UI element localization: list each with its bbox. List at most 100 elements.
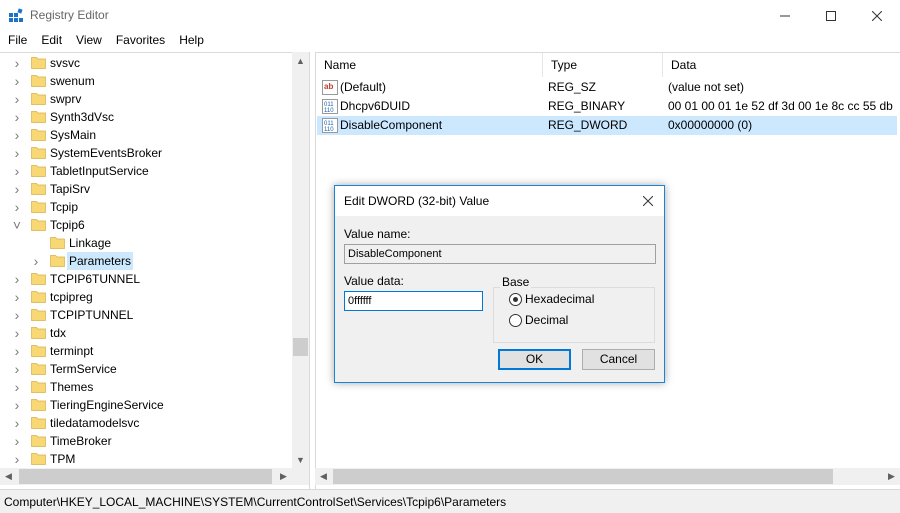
chevron-right-icon[interactable]: ›	[12, 325, 22, 341]
tree-item[interactable]: › TieringEngineService	[0, 396, 292, 414]
list-item[interactable]: 011 110 Dhcpv6DUID REG_BINARY 00 01 00 01 1e…	[317, 97, 897, 116]
menu-view[interactable]: View	[68, 31, 108, 51]
tree-item[interactable]: Linkage	[0, 234, 292, 252]
tree-item[interactable]: › svsvc	[0, 54, 292, 72]
chevron-right-icon[interactable]: ›	[31, 253, 41, 269]
chevron-right-icon[interactable]: ›	[12, 145, 22, 161]
scroll-thumb[interactable]	[293, 338, 308, 356]
tree-item-label[interactable]: Linkage	[67, 234, 113, 252]
maximize-button[interactable]	[808, 0, 854, 31]
tree-item[interactable]: › TimeBroker	[0, 432, 292, 450]
chevron-right-icon[interactable]: ›	[12, 163, 22, 179]
tree-item-label[interactable]: tiledatamodelsvc	[48, 414, 141, 432]
scroll-left-icon[interactable]: ◀	[315, 468, 332, 485]
tree-item[interactable]: › TapiSrv	[0, 180, 292, 198]
chevron-right-icon[interactable]: ›	[12, 289, 22, 305]
scroll-right-icon[interactable]: ▶	[275, 468, 292, 485]
scroll-left-icon[interactable]: ◀	[0, 468, 17, 485]
chevron-right-icon[interactable]: ›	[12, 307, 22, 323]
chevron-right-icon[interactable]: ›	[12, 109, 22, 125]
chevron-right-icon[interactable]: ›	[12, 451, 22, 467]
decimal-radio[interactable]	[509, 314, 522, 327]
tree-item-label[interactable]: terminpt	[48, 342, 95, 360]
tree-item-label[interactable]: TabletInputService	[48, 162, 151, 180]
tree-item[interactable]: › tcpipreg	[0, 288, 292, 306]
tree-item[interactable]: › tiledatamodelsvc	[0, 414, 292, 432]
chevron-right-icon[interactable]: ›	[12, 55, 22, 71]
tree-item[interactable]: ˅ Tcpip6	[0, 216, 292, 234]
chevron-right-icon[interactable]: ›	[12, 397, 22, 413]
tree-item-label[interactable]: Tcpip6	[48, 216, 87, 234]
column-header-data[interactable]: Data	[663, 53, 899, 77]
value-data-input[interactable]	[344, 291, 483, 311]
chevron-right-icon[interactable]: ›	[12, 361, 22, 377]
tree-item-label[interactable]: swprv	[48, 90, 83, 108]
tree-item[interactable]: › SysMain	[0, 126, 292, 144]
tree-item-label[interactable]: TCPIP6TUNNEL	[48, 270, 142, 288]
tree-item[interactable]: › swenum	[0, 72, 292, 90]
tree-item-label[interactable]: SysMain	[48, 126, 98, 144]
tree-item-label[interactable]: TieringEngineService	[48, 396, 166, 414]
tree-item-label[interactable]: TCPIPTUNNEL	[48, 306, 135, 324]
tree-item[interactable]: › tdx	[0, 324, 292, 342]
cancel-button[interactable]: Cancel	[582, 349, 655, 370]
list-item[interactable]: ab (Default) REG_SZ (value not set)	[317, 78, 897, 97]
tree-item[interactable]: › terminpt	[0, 342, 292, 360]
column-header-type[interactable]: Type	[543, 53, 663, 77]
tree-item[interactable]: › Parameters	[0, 252, 292, 270]
chevron-right-icon[interactable]: ›	[12, 343, 22, 359]
chevron-down-icon[interactable]: ˅	[12, 217, 22, 233]
tree-item[interactable]: › Synth3dVsc	[0, 108, 292, 126]
tree-item[interactable]: › TabletInputService	[0, 162, 292, 180]
tree-item[interactable]: › TCPIPTUNNEL	[0, 306, 292, 324]
tree-item[interactable]: › Tcpip	[0, 198, 292, 216]
ok-button[interactable]: OK	[498, 349, 571, 370]
tree-item-label[interactable]: tdx	[48, 324, 68, 342]
scroll-thumb[interactable]	[333, 469, 833, 484]
dialog-close-button[interactable]	[632, 186, 664, 216]
tree-item-label[interactable]: TimeBroker	[48, 432, 114, 450]
chevron-right-icon[interactable]: ›	[12, 91, 22, 107]
tree-item-label[interactable]: Tcpip	[48, 198, 80, 216]
tree-item-label[interactable]: svsvc	[48, 54, 82, 72]
column-header-name[interactable]: Name	[316, 53, 543, 77]
tree-item[interactable]: › swprv	[0, 90, 292, 108]
scroll-down-icon[interactable]: ▼	[292, 451, 309, 468]
close-button[interactable]	[854, 0, 900, 31]
chevron-right-icon[interactable]: ›	[12, 199, 22, 215]
tree-item-label[interactable]: Synth3dVsc	[48, 108, 116, 126]
tree-item-label[interactable]: Parameters	[67, 252, 134, 270]
menu-file[interactable]: File	[0, 31, 33, 51]
menu-edit[interactable]: Edit	[33, 31, 68, 51]
tree-item[interactable]: › Themes	[0, 378, 292, 396]
tree-item-label[interactable]: swenum	[48, 72, 97, 90]
scroll-right-icon[interactable]: ▶	[883, 468, 900, 485]
values-horizontal-scrollbar[interactable]: ◀ ▶	[315, 468, 900, 485]
menu-help[interactable]: Help	[171, 31, 210, 51]
tree-item-label[interactable]: SystemEventsBroker	[48, 144, 164, 162]
tree-horizontal-scrollbar[interactable]: ◀ ▶	[0, 468, 292, 485]
tree-item-label[interactable]: TPM	[48, 450, 77, 468]
value-name-field[interactable]: DisableComponent	[344, 244, 656, 264]
chevron-right-icon[interactable]: ›	[12, 379, 22, 395]
chevron-right-icon[interactable]: ›	[12, 181, 22, 197]
tree-item-label[interactable]: tcpipreg	[48, 288, 95, 306]
chevron-right-icon[interactable]: ›	[12, 73, 22, 89]
tree-item[interactable]: › TPM	[0, 450, 292, 468]
chevron-right-icon[interactable]: ›	[12, 415, 22, 431]
tree-item[interactable]: › TCPIP6TUNNEL	[0, 270, 292, 288]
tree-item-label[interactable]: TapiSrv	[48, 180, 92, 198]
decimal-label[interactable]: Decimal	[525, 313, 568, 327]
tree-item[interactable]: › TermService	[0, 360, 292, 378]
menu-favorites[interactable]: Favorites	[108, 31, 171, 51]
list-item[interactable]: 011 110 DisableComponent REG_DWORD 0x0000000…	[317, 116, 897, 135]
tree-item[interactable]: › SystemEventsBroker	[0, 144, 292, 162]
registry-tree[interactable]: › svsvc › swenum › swprv › Synth3dVsc › SysMain › S…	[0, 52, 310, 489]
scroll-thumb[interactable]	[19, 469, 272, 484]
hexadecimal-label[interactable]: Hexadecimal	[525, 292, 594, 306]
hexadecimal-radio[interactable]	[509, 293, 522, 306]
scroll-up-icon[interactable]: ▲	[292, 52, 309, 69]
tree-item-label[interactable]: TermService	[48, 360, 119, 378]
chevron-right-icon[interactable]: ›	[12, 433, 22, 449]
tree-item-label[interactable]: Themes	[48, 378, 95, 396]
